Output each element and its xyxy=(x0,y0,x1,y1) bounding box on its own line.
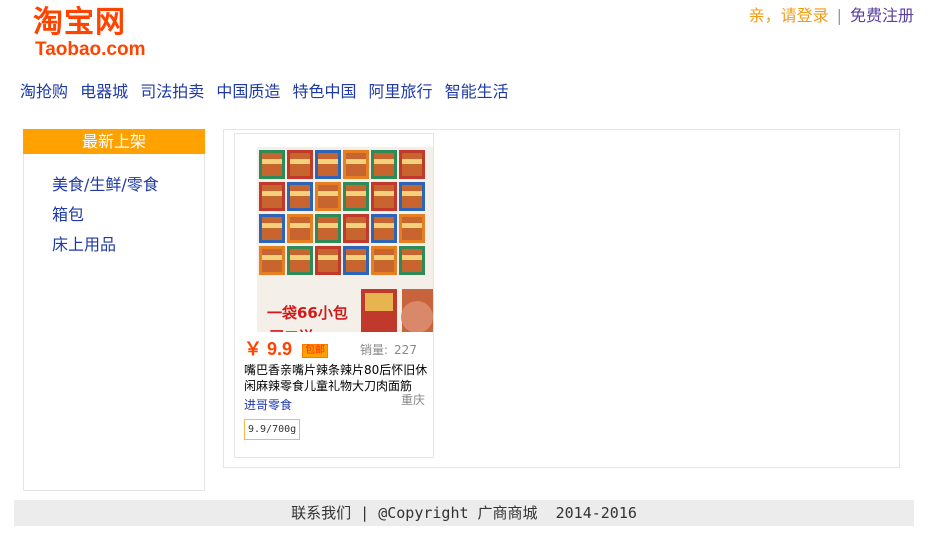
top-nav: 淘抢购 电器城 司法拍卖 中国质造 特色中国 阿里旅行 智能生活 xyxy=(20,81,516,103)
product-card[interactable]: 一袋66小包 买二送一 ￥ 9.9 包邮 销量: 227 嘴巴香亲嘴片辣条辣片80… xyxy=(234,133,434,458)
image-caption-line1: 一袋66小包 xyxy=(267,304,348,322)
product-panel: 一袋66小包 买二送一 ￥ 9.9 包邮 销量: 227 嘴巴香亲嘴片辣条辣片80… xyxy=(223,129,900,468)
sales-label: 销量: xyxy=(360,343,389,357)
header-separator: | xyxy=(836,6,842,25)
register-link[interactable]: 免费注册 xyxy=(850,6,914,25)
copyright-text: @Copyright 广商商城 2014-2016 xyxy=(378,504,637,522)
sales-info: 销量: 227 xyxy=(360,342,417,358)
free-shipping-badge: 包邮 xyxy=(302,344,328,358)
logo-text-en: Taobao.com xyxy=(35,39,146,60)
footer-separator: | xyxy=(360,504,370,522)
nav-item-ali-travel[interactable]: 阿里旅行 xyxy=(369,82,433,101)
user-links: 亲，请登录 | 免费注册 xyxy=(749,6,914,26)
product-image[interactable]: 一袋66小包 买二送一 xyxy=(257,147,433,332)
login-link[interactable]: 亲，请登录 xyxy=(749,6,829,25)
nav-item-smart-life[interactable]: 智能生活 xyxy=(445,82,509,101)
nav-item-appliance-city[interactable]: 电器城 xyxy=(80,82,128,101)
nav-item-china-quality[interactable]: 中国质造 xyxy=(216,82,280,101)
category-item-bedding[interactable]: 床上用品 xyxy=(52,230,204,260)
product-price: ￥ 9.9 xyxy=(244,339,293,359)
category-sidebar: 最新上架 美食/生鲜/零食 箱包 床上用品 xyxy=(23,129,205,491)
footer: 联系我们 | @Copyright 广商商城 2014-2016 xyxy=(14,500,914,526)
shop-name[interactable]: 进哥零食 xyxy=(244,397,292,413)
taobao-logo[interactable]: 淘宝网 Taobao.com xyxy=(33,6,163,62)
logo-text-cn: 淘宝网 xyxy=(33,5,126,40)
nav-item-taoqianggou[interactable]: 淘抢购 xyxy=(20,82,68,101)
category-list: 美食/生鲜/零食 箱包 床上用品 xyxy=(24,154,204,260)
nav-item-judicial-auction[interactable]: 司法拍卖 xyxy=(140,82,204,101)
product-spec[interactable]: 9.9/700g xyxy=(244,419,301,440)
sidebar-title: 最新上架 xyxy=(23,129,205,154)
product-title[interactable]: 嘴巴香亲嘴片辣条辣片80后怀旧休闲麻辣零食儿童礼物大刀肉面筋 xyxy=(244,362,428,394)
sales-count: 227 xyxy=(394,343,417,357)
contact-us-link[interactable]: 联系我们 xyxy=(291,504,351,522)
shop-location: 重庆 xyxy=(401,393,426,407)
category-item-bags[interactable]: 箱包 xyxy=(52,200,204,230)
category-item-food[interactable]: 美食/生鲜/零食 xyxy=(52,170,204,200)
nav-item-featured-china[interactable]: 特色中国 xyxy=(292,82,356,101)
image-caption-line2: 买二送一 xyxy=(269,328,329,332)
